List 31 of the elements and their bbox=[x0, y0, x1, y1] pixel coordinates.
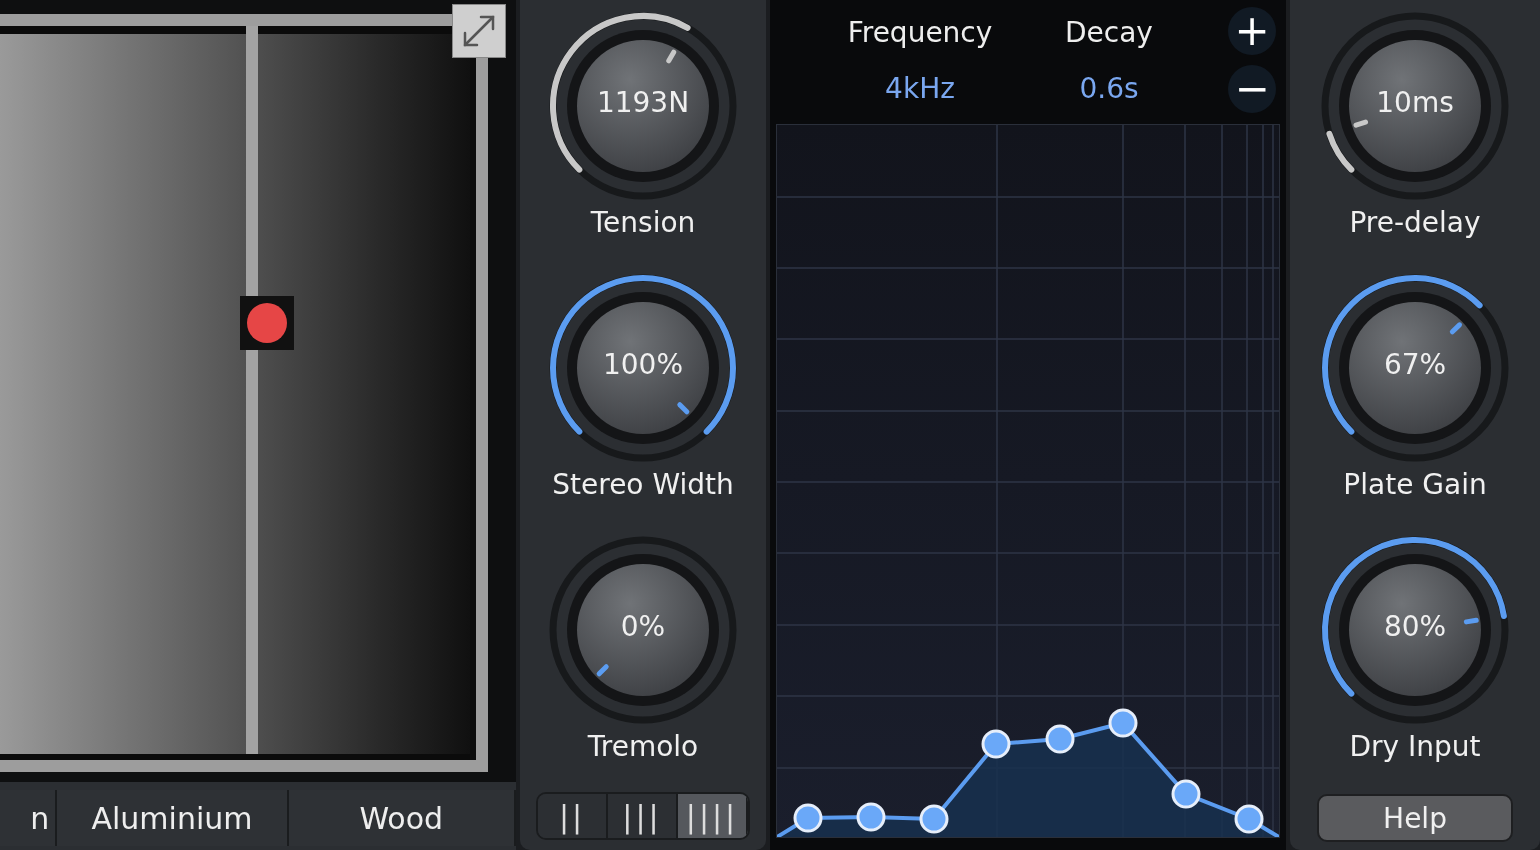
knob-value: 10ms bbox=[1375, 86, 1455, 119]
curve-handle[interactable] bbox=[1171, 779, 1201, 809]
filter-label: Decay bbox=[1065, 15, 1153, 49]
curve-handle[interactable] bbox=[1234, 804, 1264, 834]
expand-button[interactable] bbox=[452, 4, 506, 58]
voices-option[interactable]: |||| bbox=[678, 794, 748, 838]
knob-label: Tension bbox=[590, 206, 696, 239]
curve-handle[interactable] bbox=[793, 803, 823, 833]
knob-value: 67% bbox=[1382, 348, 1448, 381]
knob-label: Stereo Width bbox=[552, 468, 734, 501]
knob-value: 100% bbox=[601, 348, 685, 381]
add-button[interactable]: + bbox=[1228, 7, 1276, 55]
curve-handle[interactable] bbox=[1108, 708, 1138, 738]
knob-label: Pre-delay bbox=[1349, 206, 1481, 239]
filter-value[interactable]: 4kHz bbox=[885, 71, 955, 105]
position-handle[interactable] bbox=[240, 296, 294, 350]
knob-value: 1193N bbox=[595, 86, 691, 119]
curve-handle[interactable] bbox=[856, 802, 886, 832]
knob-label: Dry Input bbox=[1349, 730, 1481, 763]
remove-button[interactable]: − bbox=[1228, 65, 1276, 113]
knob-label: Plate Gain bbox=[1343, 468, 1487, 501]
knob-value: 0% bbox=[619, 610, 667, 643]
curve-handle[interactable] bbox=[919, 804, 949, 834]
voices-option[interactable]: || bbox=[538, 794, 608, 838]
filter-label: Frequency bbox=[847, 15, 993, 49]
curve-handle[interactable] bbox=[1045, 724, 1075, 754]
help-button[interactable]: Help bbox=[1317, 794, 1513, 842]
knob-label: Tremolo bbox=[587, 730, 699, 763]
curve-handle[interactable] bbox=[981, 729, 1011, 759]
knob-value: 80% bbox=[1382, 610, 1448, 643]
filter-value[interactable]: 0.6s bbox=[1079, 71, 1139, 105]
